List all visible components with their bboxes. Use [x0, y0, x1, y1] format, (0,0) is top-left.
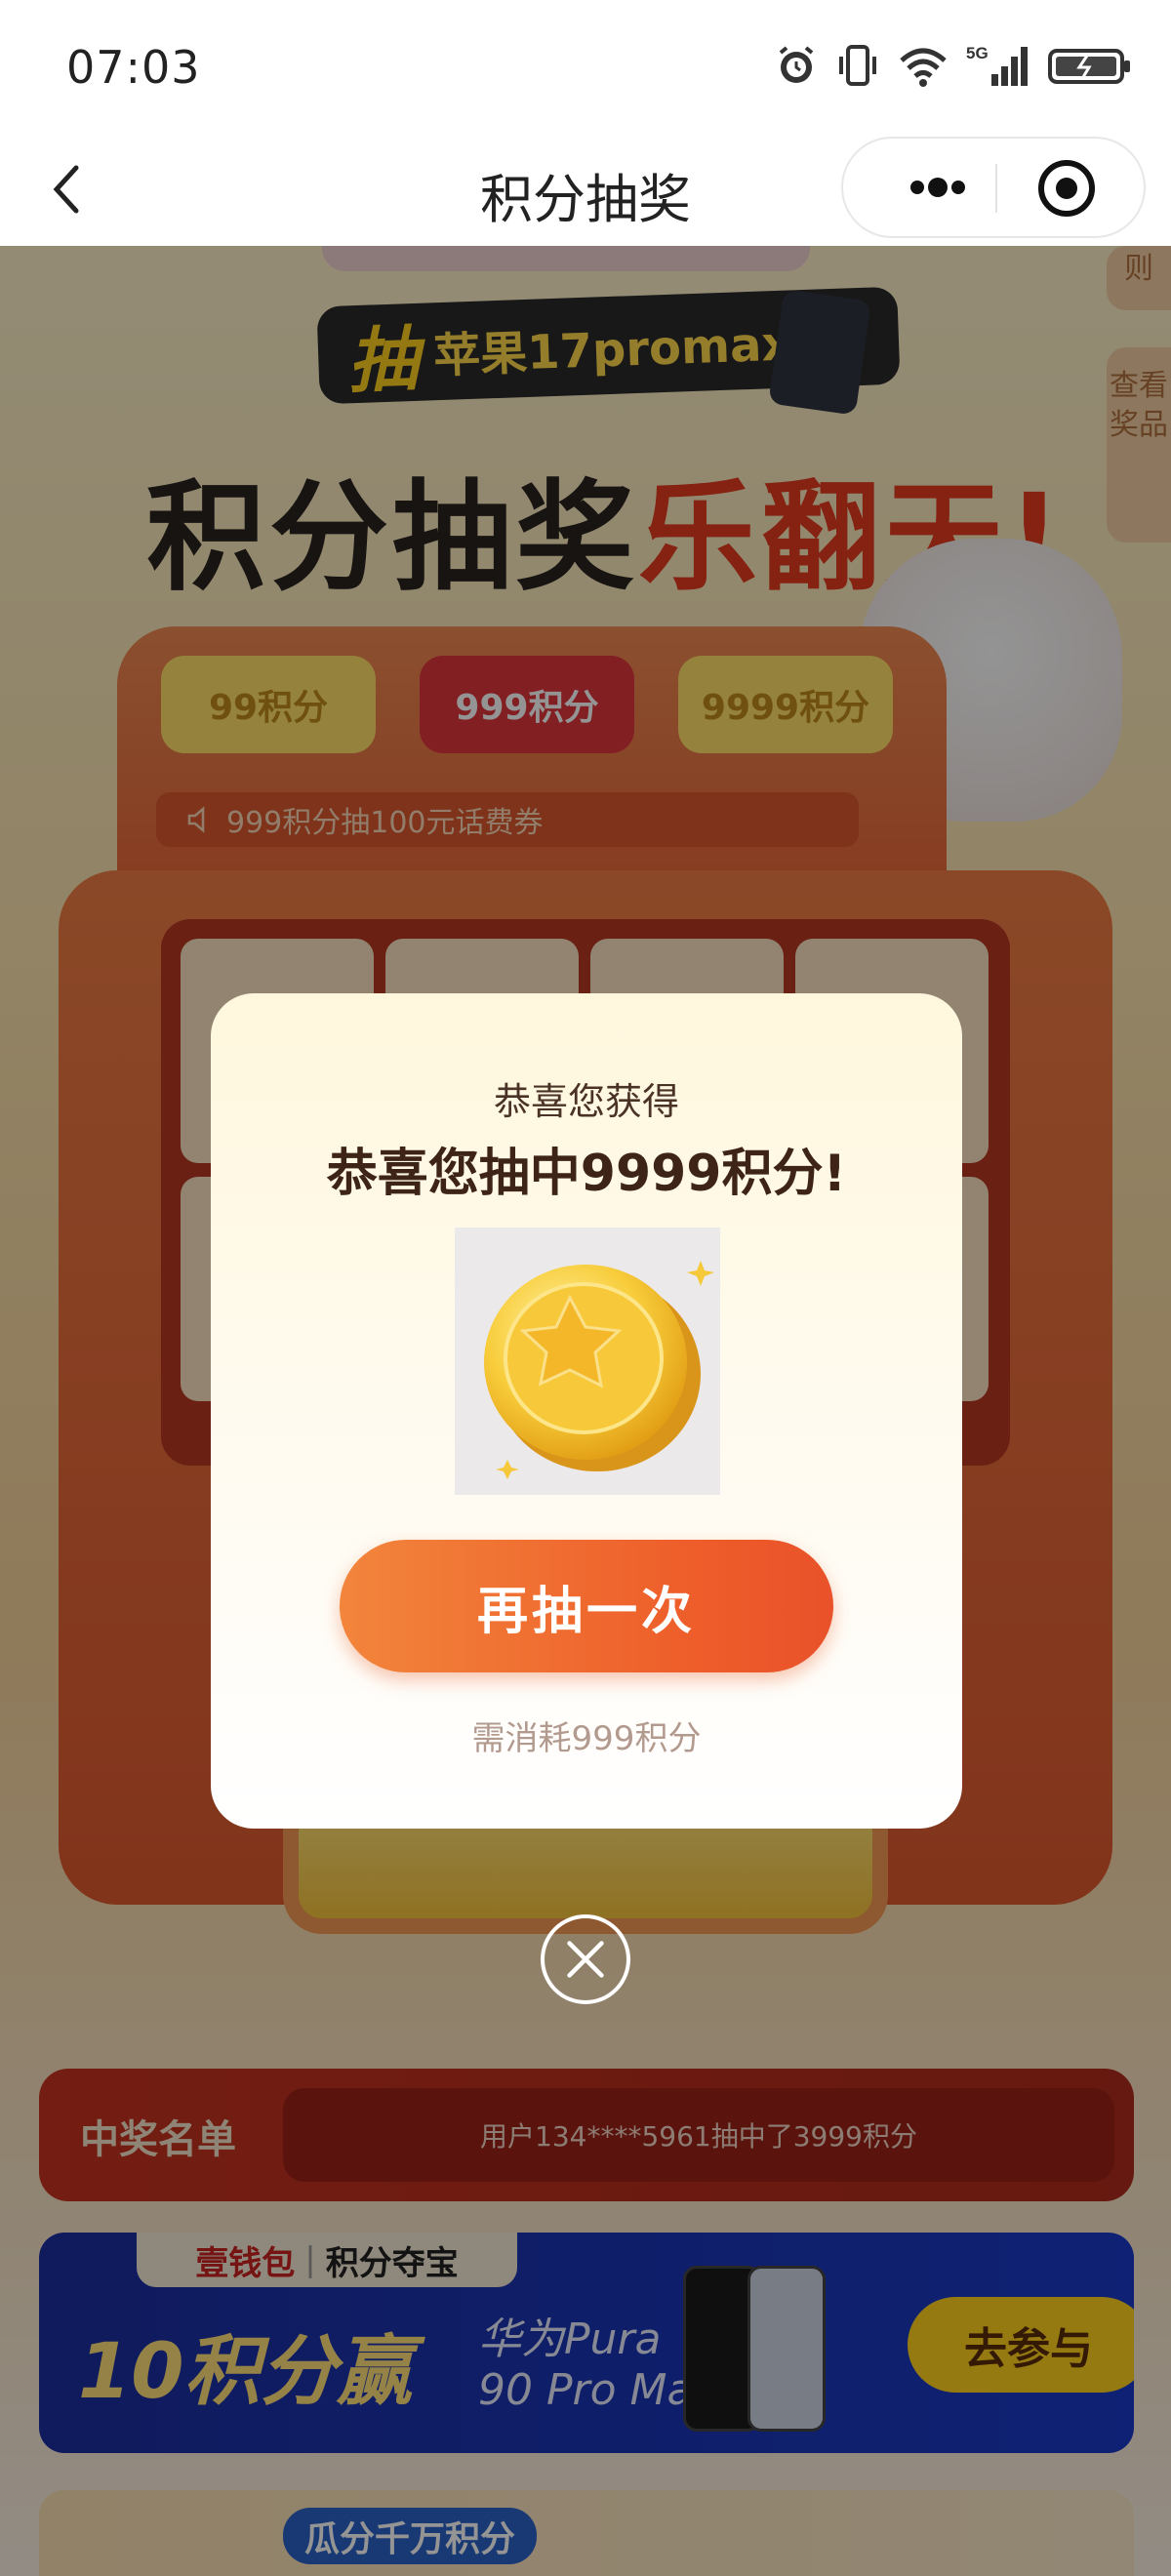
capsule-divider [995, 164, 997, 213]
gold-star-coin-icon [484, 1261, 714, 1479]
target-icon[interactable] [1036, 158, 1097, 219]
wifi-icon [900, 48, 947, 87]
status-time: 07:03 [66, 41, 201, 94]
status-bar: 07:03 5G [0, 0, 1171, 137]
battery-icon [1048, 49, 1130, 84]
prize-image [455, 1228, 720, 1495]
signal-icon: 5G [966, 44, 1028, 86]
alarm-icon [779, 46, 814, 83]
mini-program-capsule [841, 137, 1146, 238]
more-dots-icon[interactable] [884, 139, 991, 236]
modal-title: 恭喜您抽中9999积分! [326, 1145, 847, 1203]
cost-text: 需消耗999积分 [471, 1719, 702, 1758]
modal-subtitle: 恭喜您获得 [493, 1080, 679, 1123]
nav-bar: 积分抽奖 [0, 137, 1171, 246]
svg-text:5G: 5G [966, 44, 989, 62]
status-icons: 5G [775, 43, 1132, 88]
result-modal: 恭喜您获得 恭喜您抽中9999积分! 再抽一次 需消耗999积分 [211, 993, 962, 1829]
draw-again-button[interactable]: 再抽一次 [340, 1540, 833, 1672]
vibrate-icon [839, 45, 876, 86]
close-icon[interactable] [541, 1914, 630, 2004]
